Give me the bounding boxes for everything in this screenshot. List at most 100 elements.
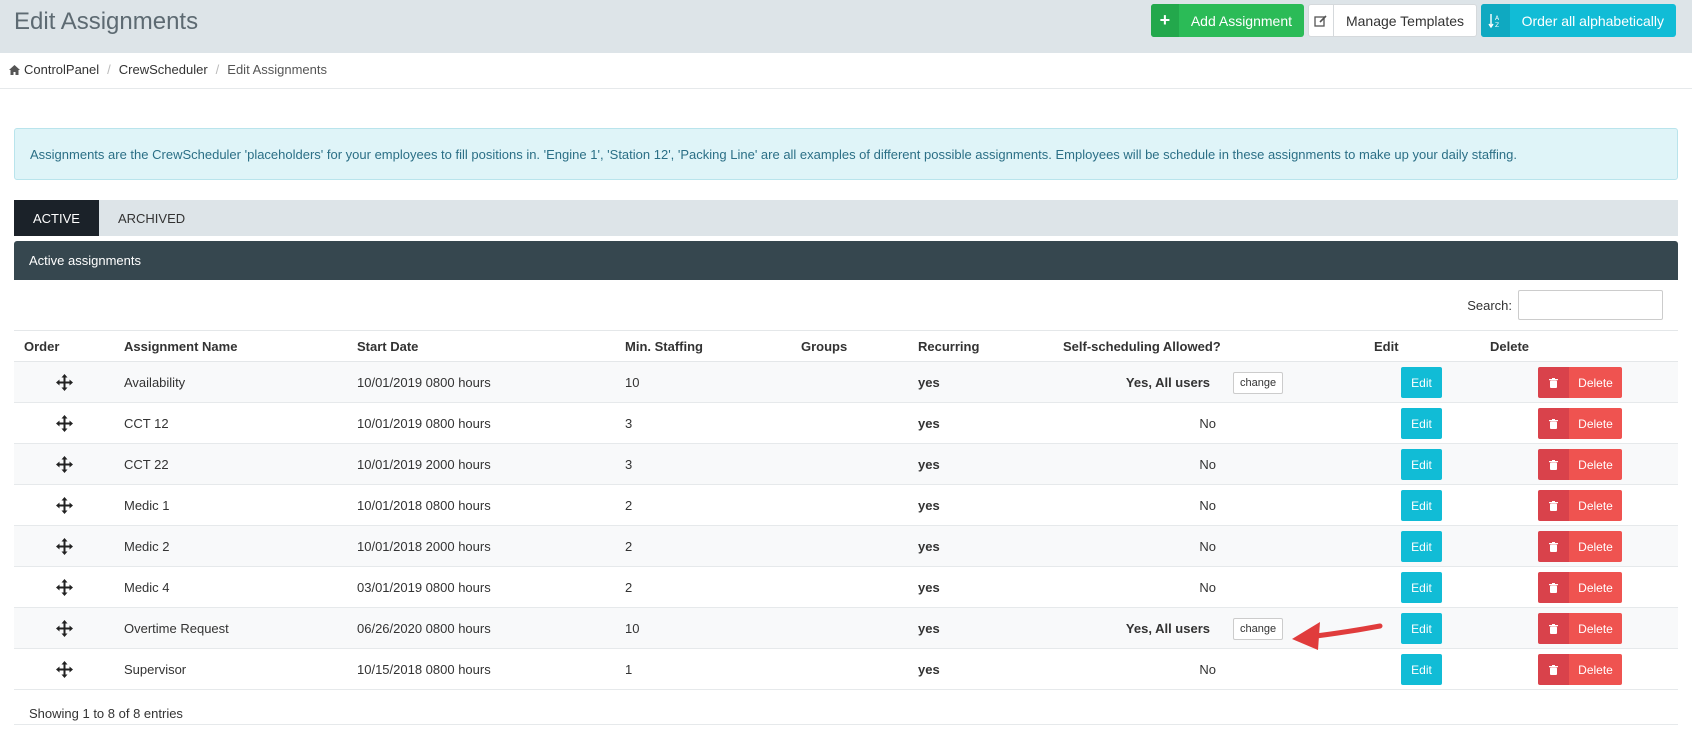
manage-templates-label: Manage Templates [1345, 12, 1464, 29]
change-button[interactable]: change [1233, 371, 1284, 394]
delete-label: Delete [1569, 613, 1622, 644]
delete-label: Delete [1569, 367, 1622, 398]
tab-active[interactable]: ACTIVE [14, 200, 99, 236]
delete-label: Delete [1569, 654, 1622, 685]
self-scheduling: Yes, All users [1125, 621, 1210, 636]
drag-handle[interactable] [56, 567, 73, 608]
recurring: yes [918, 416, 940, 431]
min-staffing: 3 [625, 457, 633, 472]
delete-button[interactable]: Delete [1538, 572, 1622, 603]
breadcrumb-separator: / [107, 62, 111, 77]
edit-button[interactable]: Edit [1401, 449, 1442, 480]
delete-button[interactable]: Delete [1538, 531, 1622, 562]
recurring: yes [918, 539, 940, 554]
edit-button[interactable]: Edit [1401, 613, 1442, 644]
drag-handle[interactable] [56, 362, 73, 403]
col-order[interactable]: Order [24, 339, 59, 354]
move-icon [56, 374, 73, 391]
trash-icon [1538, 367, 1569, 398]
delete-button[interactable]: Delete [1538, 449, 1622, 480]
search-input[interactable] [1518, 290, 1663, 320]
delete-button[interactable]: Delete [1538, 613, 1622, 644]
manage-templates-button[interactable]: Manage Templates [1308, 4, 1477, 37]
col-delete[interactable]: Delete [1490, 339, 1529, 354]
trash-icon [1538, 531, 1569, 562]
move-icon [56, 579, 73, 596]
order-alphabetically-button[interactable]: AZ Order all alphabetically [1481, 4, 1676, 37]
recurring: yes [918, 621, 940, 636]
assignment-name: CCT 22 [124, 457, 169, 472]
table-row: Availability 10/01/2019 0800 hours 10 ye… [14, 362, 1678, 403]
page-title: Edit Assignments [14, 8, 199, 35]
edit-button[interactable]: Edit [1401, 408, 1442, 439]
table-row: Medic 2 10/01/2018 2000 hours 2 yes No E… [14, 526, 1678, 567]
add-assignment-button[interactable]: + Add Assignment [1151, 4, 1304, 37]
home-icon [9, 64, 20, 75]
col-edit[interactable]: Edit [1374, 339, 1399, 354]
col-start-date[interactable]: Start Date [357, 339, 418, 354]
trash-icon [1538, 654, 1569, 685]
start-date: 10/15/2018 0800 hours [357, 662, 491, 677]
panel-title: Active assignments [14, 241, 1678, 280]
delete-button[interactable]: Delete [1538, 654, 1622, 685]
recurring: yes [918, 580, 940, 595]
assignment-name: Availability [124, 375, 186, 390]
info-alert-text: Assignments are the CrewScheduler 'place… [30, 146, 1518, 162]
delete-label: Delete [1569, 449, 1622, 480]
table-row: Overtime Request 06/26/2020 0800 hours 1… [14, 608, 1678, 649]
recurring: yes [918, 457, 940, 472]
edit-button[interactable]: Edit [1401, 531, 1442, 562]
drag-handle[interactable] [56, 649, 73, 690]
search-area: Search: [1467, 290, 1663, 320]
drag-handle[interactable] [56, 526, 73, 567]
assignment-name: Overtime Request [124, 621, 229, 636]
delete-button[interactable]: Delete [1538, 408, 1622, 439]
recurring: yes [918, 662, 940, 677]
delete-label: Delete [1569, 408, 1622, 439]
edit-button[interactable]: Edit [1401, 654, 1442, 685]
edit-button[interactable]: Edit [1401, 572, 1442, 603]
self-scheduling: No [1199, 498, 1216, 513]
self-scheduling: No [1199, 416, 1216, 431]
trash-icon [1538, 572, 1569, 603]
add-assignment-label: Add Assignment [1190, 12, 1292, 29]
svg-text:A: A [1495, 15, 1500, 22]
drag-handle[interactable] [56, 444, 73, 485]
tab-archived[interactable]: ARCHIVED [99, 200, 204, 236]
col-self-scheduling[interactable]: Self-scheduling Allowed? [1063, 339, 1221, 354]
col-assignment-name[interactable]: Assignment Name [124, 339, 237, 354]
move-icon [56, 415, 73, 432]
svg-text:Z: Z [1495, 22, 1499, 29]
self-scheduling: No [1199, 539, 1216, 554]
assignment-name: CCT 12 [124, 416, 169, 431]
assignment-name: Medic 1 [124, 498, 170, 513]
divider [0, 88, 1692, 89]
move-icon [56, 456, 73, 473]
panel-title-text: Active assignments [29, 253, 141, 268]
col-recurring[interactable]: Recurring [918, 339, 979, 354]
breadcrumb-current: Edit Assignments [227, 62, 327, 77]
edit-button[interactable]: Edit [1401, 367, 1442, 398]
assignment-name: Supervisor [124, 662, 187, 677]
breadcrumb-crewscheduler[interactable]: CrewScheduler [119, 62, 208, 77]
start-date: 03/01/2019 0800 hours [357, 580, 491, 595]
min-staffing: 2 [625, 498, 633, 513]
drag-handle[interactable] [56, 403, 73, 444]
delete-button[interactable]: Delete [1538, 367, 1622, 398]
breadcrumb-controlpanel[interactable]: ControlPanel [24, 62, 99, 77]
trash-icon [1538, 613, 1569, 644]
breadcrumb-separator: / [215, 62, 220, 77]
edit-button[interactable]: Edit [1401, 490, 1442, 521]
self-scheduling: No [1199, 580, 1216, 595]
change-button[interactable]: change [1233, 617, 1284, 640]
drag-handle[interactable] [56, 608, 73, 649]
self-scheduling: No [1199, 457, 1216, 472]
col-min-staffing[interactable]: Min. Staffing [625, 339, 703, 354]
recurring: yes [918, 498, 940, 513]
col-groups[interactable]: Groups [801, 339, 847, 354]
order-alphabetically-label: Order all alphabetically [1521, 12, 1664, 29]
min-staffing: 2 [625, 580, 633, 595]
delete-button[interactable]: Delete [1538, 490, 1622, 521]
drag-handle[interactable] [56, 485, 73, 526]
delete-label: Delete [1569, 572, 1622, 603]
